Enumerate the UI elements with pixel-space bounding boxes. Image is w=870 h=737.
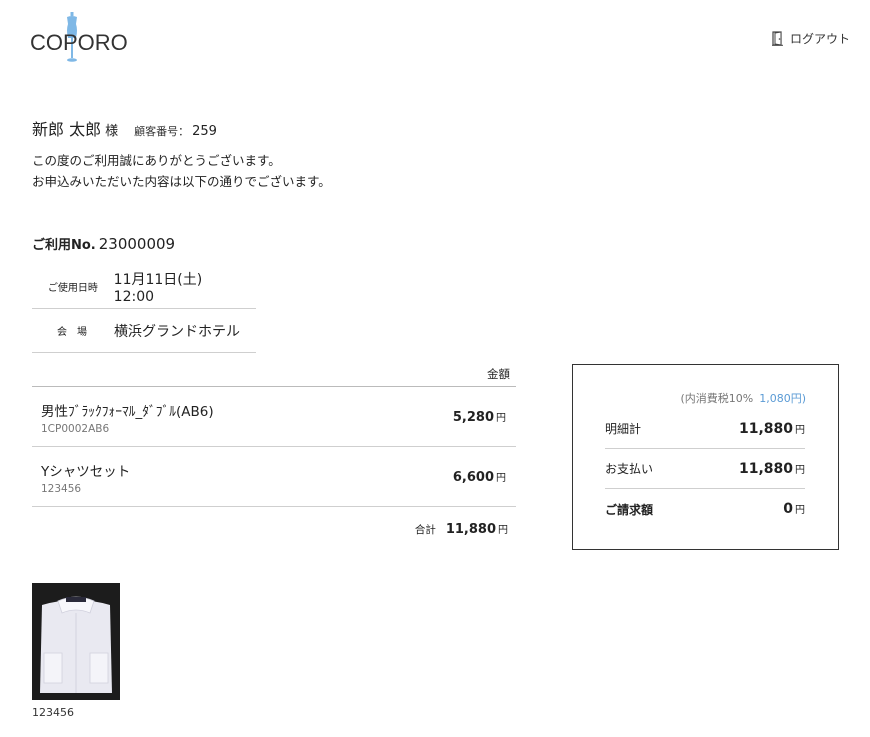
item-price: 5,280 円 bbox=[453, 409, 506, 425]
usage-info-value: 横浜グランドホテル bbox=[114, 323, 240, 340]
usage-number-label: ご利用No. bbox=[32, 238, 96, 253]
usage-info-key: ご使用日時 bbox=[47, 283, 98, 294]
summary-amount: 0 bbox=[783, 501, 793, 517]
usage-number: 23000009 bbox=[98, 235, 176, 253]
shirt-image bbox=[32, 583, 120, 700]
table-row: 男性ﾌﾞﾗｯｸﾌｫｰﾏﾙ_ﾀﾞﾌﾞﾙ(AB6) 1CP0002AB6 5,280… bbox=[32, 387, 516, 447]
summary-row-subtotal: 明細計 11,880 円 bbox=[605, 409, 805, 449]
tax-note: (内消費税10% 1,080円) bbox=[680, 390, 806, 406]
greeting-line-1: この度のご利用誠にありがとうございます。 bbox=[32, 153, 281, 168]
summary-amount: 11,880 bbox=[738, 460, 793, 477]
summary-amount: 11,880 bbox=[738, 420, 793, 437]
logout-button[interactable]: ログアウト bbox=[771, 30, 850, 47]
product-image[interactable] bbox=[32, 583, 120, 700]
item-price-yen: 円 bbox=[496, 473, 506, 484]
summary-yen: 円 bbox=[795, 424, 805, 436]
logout-label: ログアウト bbox=[789, 32, 850, 46]
usage-info-table: ご使用日時 11月11日(土) 12:00 会場 横浜グランドホテル bbox=[32, 265, 256, 353]
item-price-yen: 円 bbox=[496, 413, 506, 424]
product-image-caption: 123456 bbox=[32, 706, 74, 719]
usage-info-row-datetime: ご使用日時 11月11日(土) 12:00 bbox=[32, 265, 256, 309]
summary-value: 0 円 bbox=[783, 501, 805, 517]
summary-label: 明細計 bbox=[605, 422, 642, 436]
customer-honorific: 様 bbox=[105, 124, 119, 139]
customer-number-label: 顧客番号： bbox=[134, 125, 190, 138]
item-price-amount: 6,600 bbox=[452, 470, 494, 485]
usage-info-value: 11月11日(土) 12:00 bbox=[113, 271, 217, 305]
item-price-amount: 5,280 bbox=[452, 410, 494, 425]
items-total: 合計 11,880 円 bbox=[32, 521, 516, 537]
logo-text: COPORO bbox=[30, 30, 128, 55]
table-row: Yシャツセット 123456 6,600 円 bbox=[32, 447, 516, 507]
summary-yen: 円 bbox=[795, 464, 805, 476]
greeting-line-2: お申込みいただいた内容は以下の通りでございます。 bbox=[32, 174, 331, 189]
item-code: 1CP0002AB6 bbox=[41, 423, 110, 435]
summary-yen: 円 bbox=[795, 505, 805, 516]
usage-info-row-venue: 会場 横浜グランドホテル bbox=[32, 309, 256, 353]
tax-note-label: (内消費税10% bbox=[680, 392, 754, 405]
item-price: 6,600 円 bbox=[453, 469, 506, 485]
customer-name: 新郎 太郎 bbox=[32, 120, 102, 139]
item-name: 男性ﾌﾞﾗｯｸﾌｫｰﾏﾙ_ﾀﾞﾌﾞﾙ(AB6) bbox=[41, 404, 214, 420]
tax-note-value: 1,080円) bbox=[759, 392, 806, 405]
items-total-label: 合計 bbox=[414, 524, 436, 536]
door-icon bbox=[771, 31, 783, 46]
items-table: 金額 男性ﾌﾞﾗｯｸﾌｫｰﾏﾙ_ﾀﾞﾌﾞﾙ(AB6) 1CP0002AB6 5,… bbox=[32, 366, 516, 537]
summary-value: 11,880 円 bbox=[739, 461, 805, 477]
summary-row-billed: ご請求額 0 円 bbox=[605, 489, 805, 529]
summary-label: お支払い bbox=[605, 462, 654, 476]
summary-value: 11,880 円 bbox=[739, 421, 805, 437]
items-total-amount: 11,880 bbox=[445, 522, 496, 537]
summary-row-paid: お支払い 11,880 円 bbox=[605, 449, 805, 489]
usage-info-key: 会場 bbox=[57, 327, 97, 338]
item-code: 123456 bbox=[41, 483, 82, 495]
summary-label: ご請求額 bbox=[605, 502, 654, 517]
item-name: Yシャツセット bbox=[41, 464, 131, 480]
customer-info: 新郎 太郎 様 顧客番号： 259 bbox=[32, 116, 217, 140]
usage-number-heading: ご利用No. 23000009 bbox=[32, 234, 175, 253]
amount-column-header: 金額 bbox=[32, 366, 516, 387]
greeting-message: この度のご利用誠にありがとうございます。 お申込みいただいた内容は以下の通りでご… bbox=[32, 150, 331, 192]
logo[interactable]: COPORO bbox=[30, 12, 130, 64]
items-total-yen: 円 bbox=[498, 525, 508, 536]
customer-number: 259 bbox=[192, 124, 217, 139]
payment-summary-box: (内消費税10% 1,080円) 明細計 11,880 円 お支払い 11,880… bbox=[572, 364, 839, 550]
